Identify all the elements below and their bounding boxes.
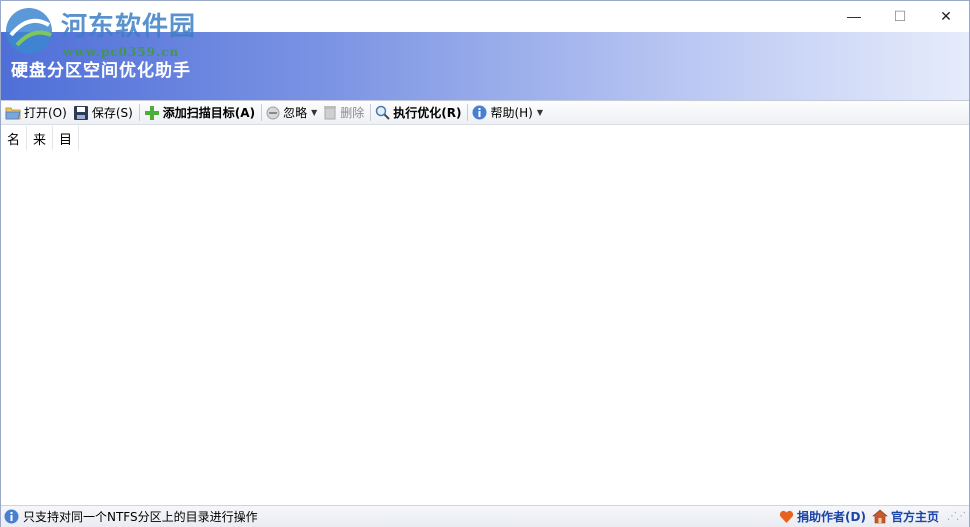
homepage-label: 官方主页: [890, 510, 939, 524]
info-icon: [4, 509, 19, 524]
close-button[interactable]: ✕: [923, 1, 969, 31]
add-scan-target-label: 添加扫描目标(A): [162, 106, 256, 120]
watermark-text: 河东软件园: [61, 12, 197, 42]
toolbar-separator: [261, 104, 263, 121]
toolbar-separator: [138, 104, 140, 121]
run-optimize-button[interactable]: 执行优化(R): [373, 102, 465, 123]
column-header-name[interactable]: 名: [1, 126, 27, 150]
column-header-source[interactable]: 来: [27, 126, 53, 150]
heart-icon: [779, 510, 794, 523]
list-header: 名 来 目: [1, 126, 79, 150]
folder-open-icon: [5, 107, 21, 119]
status-message: 只支持对同一个NTFS分区上的目录进行操作: [23, 510, 258, 524]
save-label: 保存(S): [91, 106, 133, 120]
status-message-area: 只支持对同一个NTFS分区上的目录进行操作: [1, 508, 258, 525]
target-list[interactable]: 名 来 目: [1, 126, 969, 505]
status-bar: 只支持对同一个NTFS分区上的目录进行操作 捐助作者(D) 官方主页 ⋰⋰: [1, 505, 969, 527]
resize-grip-icon[interactable]: ⋰⋰: [947, 511, 966, 522]
run-optimize-label: 执行优化(R): [393, 106, 462, 120]
donate-link[interactable]: 捐助作者(D): [779, 508, 866, 525]
save-button[interactable]: 保存(S): [71, 102, 137, 123]
watermark-logo-icon: [6, 8, 52, 54]
homepage-link[interactable]: 官方主页: [872, 508, 939, 525]
trash-icon: [324, 106, 337, 120]
chevron-down-icon: ▼: [536, 108, 544, 117]
status-links: 捐助作者(D) 官方主页 ⋰⋰: [773, 506, 966, 527]
maximize-button[interactable]: ☐: [877, 1, 923, 31]
column-header-target[interactable]: 目: [53, 126, 79, 150]
home-icon: [872, 509, 888, 524]
delete-label: 删除: [340, 106, 365, 120]
minimize-button[interactable]: —: [831, 1, 877, 31]
donate-label: 捐助作者(D): [797, 510, 866, 524]
watermark-url: www.pc0359.cn: [63, 45, 180, 59]
help-dropdown-button[interactable]: 帮助(H) ▼: [470, 102, 547, 123]
help-label: 帮助(H): [490, 106, 533, 120]
add-scan-target-button[interactable]: 添加扫描目标(A): [142, 102, 259, 123]
magnifier-icon: [376, 105, 390, 120]
floppy-disk-icon: [73, 105, 88, 120]
open-button[interactable]: 打开(O): [3, 102, 71, 123]
delete-button[interactable]: 删除: [321, 102, 368, 123]
ignore-icon: [266, 106, 280, 119]
chevron-down-icon: ▼: [311, 108, 318, 117]
plus-icon: [144, 105, 159, 120]
open-label: 打开(O): [24, 106, 67, 120]
app-title: 硬盘分区空间优化助手: [11, 61, 191, 81]
toolbar-separator: [467, 104, 469, 121]
ignore-dropdown-button[interactable]: 忽略 ▼: [264, 102, 321, 123]
info-icon: [472, 105, 487, 120]
toolbar-separator: [370, 104, 372, 121]
ignore-label: 忽略: [283, 106, 308, 120]
app-window: — ☐ ✕ 硬盘分区空间优化助手 河东软件园 www.pc0359.cn 打开(…: [0, 0, 970, 527]
toolbar: 打开(O) 保存(S) 添加扫描目标(A) 忽略 ▼ 删除 执行优化(R) 帮助…: [1, 100, 969, 125]
